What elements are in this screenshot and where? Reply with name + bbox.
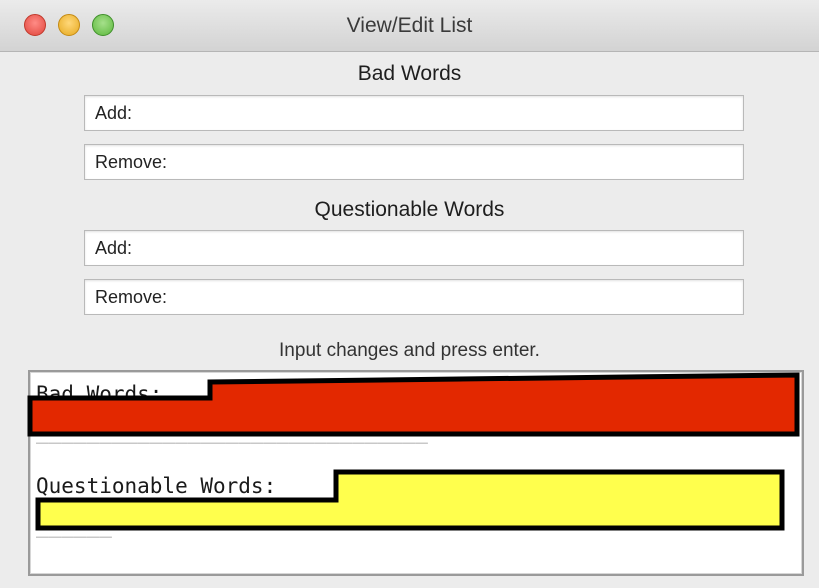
view-edit-list-window: View/Edit List Bad Words Add: Remove: Qu… — [0, 0, 819, 588]
bad-words-redaction — [27, 372, 800, 437]
redaction-overlay — [27, 372, 800, 531]
questionable-words-redaction — [35, 469, 785, 531]
